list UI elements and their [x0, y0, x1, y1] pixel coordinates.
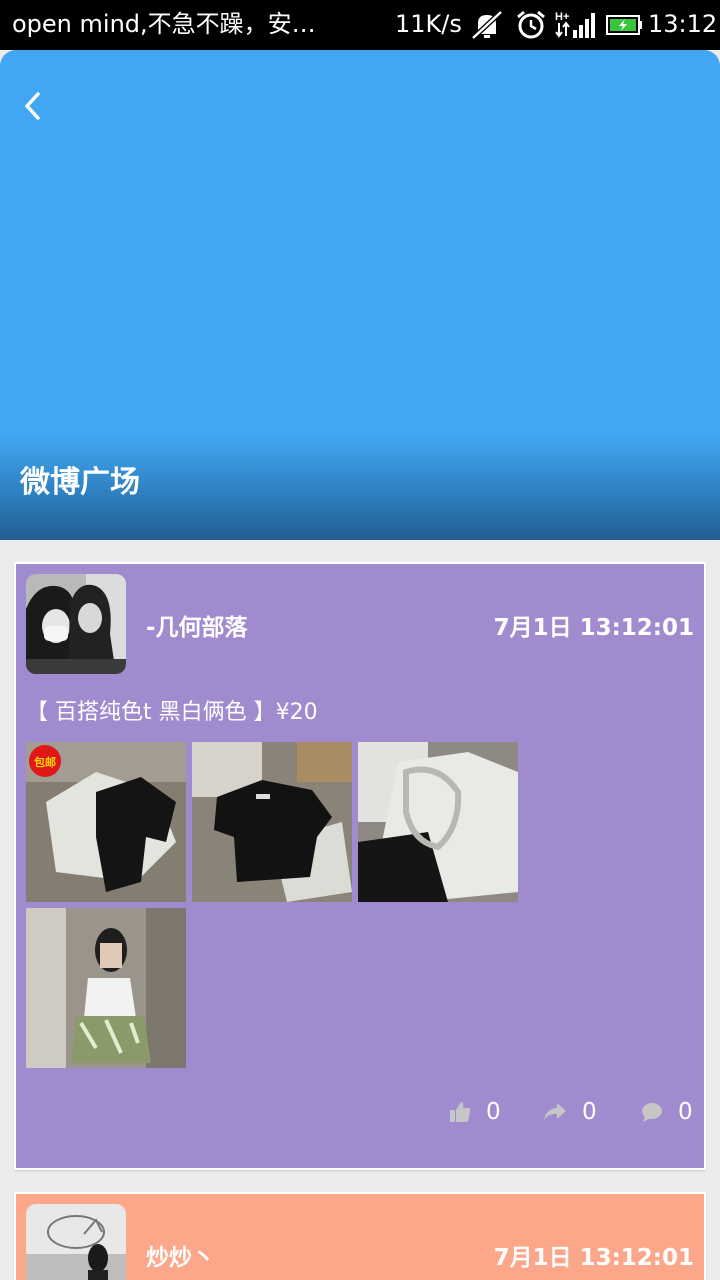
- avatar[interactable]: [26, 1204, 126, 1280]
- post-image[interactable]: [26, 908, 186, 1068]
- network-speed: 11K/s: [395, 10, 462, 38]
- post-text: 【 百搭纯色t 黑白俩色 】¥20: [26, 700, 318, 725]
- signal-icon: H+: [555, 11, 595, 38]
- status-bar: open mind,不急不躁，安… 11K/s H+ 13:12: [0, 0, 720, 50]
- badge-text: 包邮: [33, 755, 56, 769]
- header-banner: 微博广场: [0, 50, 720, 540]
- battery-charging-icon: [606, 15, 642, 35]
- page-title: 微博广场: [20, 465, 140, 500]
- like-count: 0: [486, 1099, 501, 1125]
- like-button[interactable]: 0: [448, 1097, 501, 1127]
- username[interactable]: -几何部落: [146, 608, 248, 642]
- comment-button[interactable]: 0: [640, 1097, 693, 1127]
- vibrate-mute-icon: [471, 10, 503, 40]
- comment-bubble-icon: [642, 1103, 662, 1122]
- post-image[interactable]: [358, 742, 518, 902]
- repost-button[interactable]: 0: [542, 1097, 597, 1127]
- username[interactable]: 炒炒丶: [146, 1238, 215, 1272]
- thumbs-up-icon: [450, 1102, 471, 1122]
- post-time: 7月1日 13:12:01: [493, 615, 694, 641]
- post-card[interactable]: 炒炒丶 7月1日 13:12:01: [14, 1192, 706, 1280]
- post-card[interactable]: -几何部落 7月1日 13:12:01 【 百搭纯色t 黑白俩色 】¥20 包邮: [14, 562, 706, 1170]
- alarm-icon: [517, 10, 545, 39]
- share-arrow-icon: [544, 1103, 566, 1120]
- back-arrow-icon[interactable]: [14, 86, 54, 126]
- repost-count: 0: [582, 1099, 597, 1125]
- status-clock: 13:12: [648, 10, 718, 38]
- comment-count: 0: [678, 1099, 693, 1125]
- avatar[interactable]: [26, 574, 126, 674]
- notification-text: open mind,不急不躁，安…: [12, 10, 316, 38]
- post-image[interactable]: 包邮: [26, 742, 186, 902]
- post-image[interactable]: [192, 742, 352, 902]
- svg-text:H+: H+: [555, 11, 569, 23]
- post-time: 7月1日 13:12:01: [493, 1245, 694, 1271]
